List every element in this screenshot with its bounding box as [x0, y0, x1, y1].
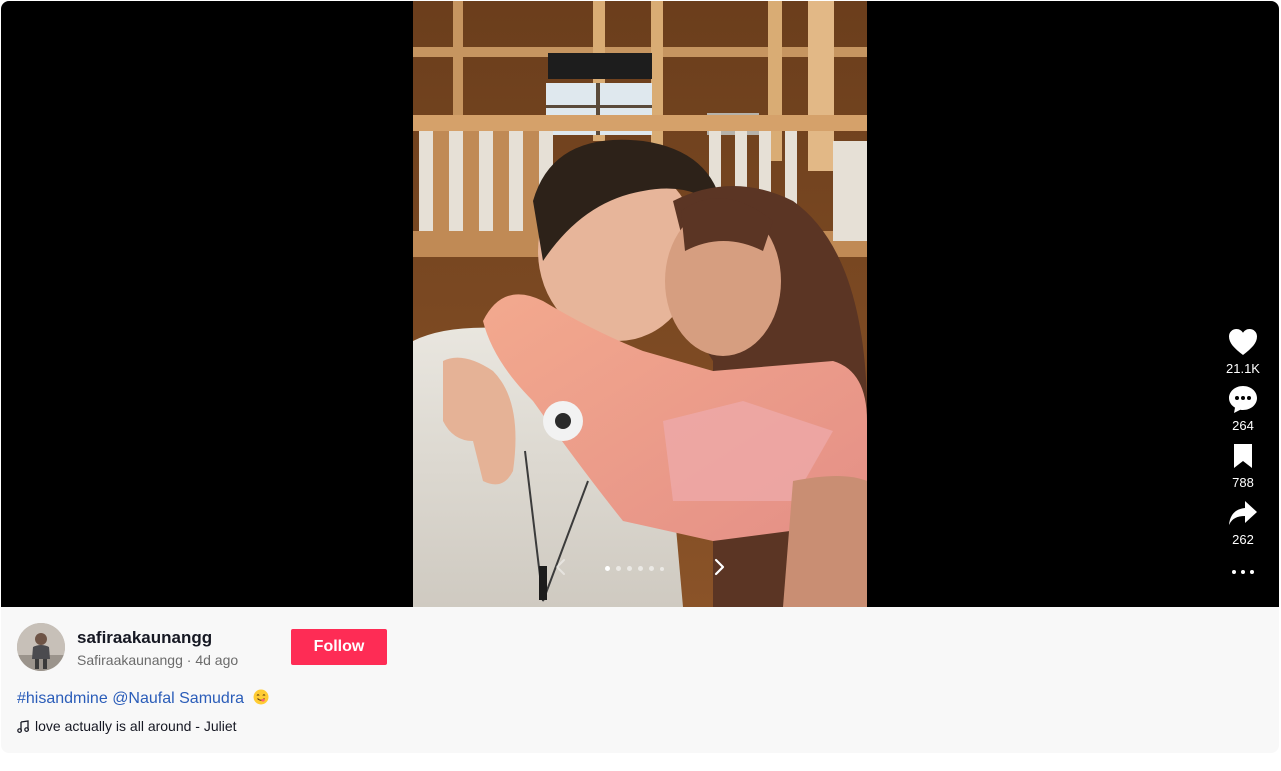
post-caption: #hisandmine @Naufal Samudra	[17, 689, 269, 708]
carousel-dot[interactable]	[616, 566, 621, 571]
save-count: 788	[1232, 475, 1254, 490]
more-dots-icon	[1250, 570, 1254, 574]
more-dots-icon	[1241, 570, 1245, 574]
hashtag-link[interactable]: #hisandmine	[17, 690, 108, 707]
share-button[interactable]: 262	[1228, 498, 1258, 547]
chevron-right-icon	[714, 558, 725, 576]
heart-icon	[1228, 329, 1257, 355]
post-info: safiraakaunangg Safiraakaunangg · 4d ago…	[1, 607, 1279, 753]
comment-button[interactable]: 264	[1228, 384, 1258, 433]
yum-face-emoji	[253, 689, 268, 705]
avatar[interactable]	[17, 623, 65, 671]
comment-count: 264	[1232, 418, 1254, 433]
author-meta: Safiraakaunangg · 4d ago	[77, 652, 238, 668]
share-arrow-icon	[1229, 501, 1257, 525]
more-dots-icon	[1232, 570, 1236, 574]
like-button[interactable]: 21.1K	[1226, 327, 1260, 376]
carousel-dot[interactable]	[649, 566, 654, 571]
music-link[interactable]: love actually is all around - Juliet	[17, 718, 237, 734]
author-display-name[interactable]: Safiraakaunangg	[77, 652, 183, 668]
music-note-icon	[17, 719, 29, 733]
mention-link[interactable]: @Naufal Samudra	[112, 690, 244, 707]
carousel-dot[interactable]	[660, 566, 664, 571]
prev-slide-button[interactable]	[549, 555, 573, 579]
more-options-button[interactable]	[1228, 565, 1258, 579]
carousel-dots	[605, 566, 664, 571]
post-date: 4d ago	[195, 652, 239, 668]
chevron-left-icon	[556, 559, 565, 575]
music-title: love actually is all around - Juliet	[35, 718, 237, 734]
like-count: 21.1K	[1226, 361, 1260, 376]
photo-viewer: 21.1K 264 788 262	[1, 1, 1279, 607]
post-photo[interactable]	[413, 1, 867, 607]
meta-separator: ·	[186, 652, 192, 668]
bookmark-icon	[1234, 444, 1252, 468]
author-username[interactable]: safiraakaunangg	[77, 628, 212, 648]
save-button[interactable]: 788	[1228, 441, 1258, 490]
carousel-dot[interactable]	[605, 566, 610, 571]
action-bar: 21.1K 264 788 262	[1215, 327, 1271, 579]
carousel-dot[interactable]	[638, 566, 643, 571]
share-count: 262	[1232, 532, 1254, 547]
comment-bubble-icon	[1229, 386, 1257, 413]
follow-button[interactable]: Follow	[291, 629, 387, 665]
next-slide-button[interactable]	[707, 555, 731, 579]
carousel-dot[interactable]	[627, 566, 632, 571]
post-card: 21.1K 264 788 262 safiraakaunangg Safira…	[1, 1, 1279, 753]
